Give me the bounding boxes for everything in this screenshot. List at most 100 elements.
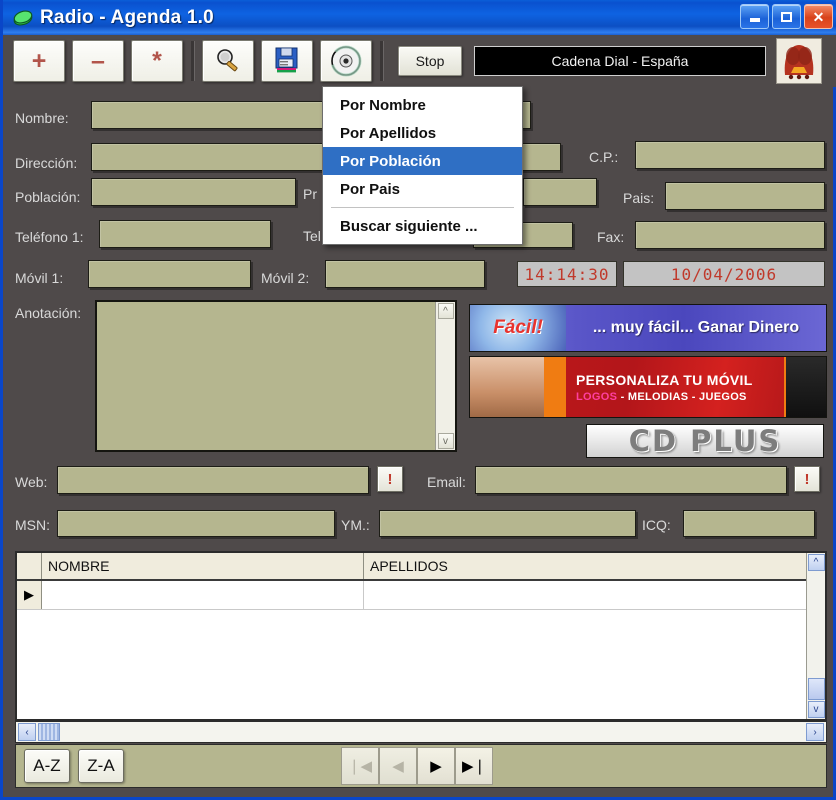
ad-movil-orange-bar bbox=[544, 357, 566, 417]
scroll-down-icon[interactable]: v bbox=[437, 433, 454, 449]
stop-button[interactable]: Stop bbox=[398, 46, 462, 76]
nav-last-button[interactable]: ▶❘ bbox=[455, 747, 493, 785]
anotacion-textarea[interactable]: ^ v bbox=[95, 300, 457, 452]
scroll-up-icon[interactable]: ^ bbox=[437, 303, 454, 319]
web-input[interactable] bbox=[57, 466, 369, 494]
grid-hscroll-thumb[interactable] bbox=[38, 723, 60, 741]
toolbar-separator-2 bbox=[380, 41, 384, 81]
grid-cell-apellidos[interactable] bbox=[364, 581, 809, 609]
label-movil1: Móvil 1: bbox=[15, 270, 64, 286]
label-icq: ICQ: bbox=[642, 517, 671, 533]
fax-input[interactable] bbox=[635, 221, 825, 249]
maximize-button[interactable] bbox=[772, 4, 801, 29]
nav-prev-button[interactable]: ◀ bbox=[379, 747, 417, 785]
label-web: Web: bbox=[15, 474, 48, 490]
bottom-toolbar: A-Z Z-A ❘◀ ◀ ▶ ▶❘ bbox=[15, 744, 827, 788]
grid-vertical-scrollbar[interactable]: ^ v bbox=[806, 553, 825, 719]
grid-scroll-left-icon[interactable]: ‹ bbox=[18, 723, 36, 741]
toolbar-separator-1 bbox=[191, 41, 195, 81]
radio-set-icon[interactable] bbox=[776, 38, 822, 84]
grid-scroll-down-icon[interactable]: v bbox=[807, 701, 825, 718]
label-provincia: Pr bbox=[303, 186, 317, 202]
toolbar: + – * Stop Cadena Dial - España bbox=[6, 35, 836, 87]
email-input[interactable] bbox=[475, 466, 787, 494]
row-indicator-icon: ▶ bbox=[17, 581, 42, 609]
label-telefono1: Teléfono 1: bbox=[15, 229, 84, 245]
nav-next-button[interactable]: ▶ bbox=[417, 747, 455, 785]
menu-item-por-poblacion[interactable]: Por Población bbox=[323, 147, 522, 175]
clock-display: 14:14:30 bbox=[517, 261, 617, 287]
title-bar: Radio - Agenda 1.0 ✕ bbox=[3, 0, 836, 35]
poblacion-input[interactable] bbox=[91, 178, 296, 206]
label-anotacion: Anotación: bbox=[15, 305, 82, 321]
grid-corner-cell bbox=[17, 553, 42, 579]
anotacion-scrollbar[interactable]: ^ v bbox=[435, 302, 455, 450]
menu-item-por-pais[interactable]: Por Pais bbox=[323, 175, 522, 203]
label-cp: C.P.: bbox=[589, 149, 619, 165]
sort-descending-button[interactable]: Z-A bbox=[78, 749, 124, 783]
ad-movil-phone-image bbox=[784, 357, 826, 417]
search-dropdown-menu[interactable]: Por Nombre Por Apellidos Por Población P… bbox=[322, 86, 523, 245]
label-fax: Fax: bbox=[597, 229, 625, 245]
nav-first-button[interactable]: ❘◀ bbox=[341, 747, 379, 785]
window-controls: ✕ bbox=[740, 4, 833, 29]
ad-movil-sub-rest: - MELODIAS - JUEGOS bbox=[617, 390, 747, 403]
date-display: 10/04/2006 bbox=[623, 261, 825, 287]
minimize-button[interactable] bbox=[740, 4, 769, 29]
label-direccion: Dirección: bbox=[15, 155, 78, 171]
cp-input[interactable] bbox=[635, 141, 825, 169]
ad-movil-headline: PERSONALIZA TU MÓVIL bbox=[576, 371, 753, 388]
label-poblacion: Población: bbox=[15, 189, 81, 205]
table-row[interactable]: ▶ bbox=[17, 581, 825, 610]
station-display: Cadena Dial - España bbox=[474, 46, 766, 76]
label-ym: YM.: bbox=[341, 517, 370, 533]
label-email: Email: bbox=[427, 474, 466, 490]
pais-input[interactable] bbox=[665, 182, 825, 210]
sort-ascending-button[interactable]: A-Z bbox=[24, 749, 70, 783]
email-send-button[interactable]: ! bbox=[794, 466, 820, 492]
menu-item-por-apellidos[interactable]: Por Apellidos bbox=[323, 119, 522, 147]
msn-input[interactable] bbox=[57, 510, 335, 537]
grid-header-row: NOMBRE APELLIDOS bbox=[17, 553, 825, 581]
ad-banner-movil[interactable]: PERSONALIZA TU MÓVIL LOGOS - MELODIAS - … bbox=[469, 356, 827, 418]
grid-body: ▶ bbox=[17, 581, 825, 719]
close-button[interactable]: ✕ bbox=[804, 4, 833, 29]
ad-facil-text: ... muy fácil... Ganar Dinero bbox=[592, 319, 800, 336]
grid-column-header-apellidos[interactable]: APELLIDOS bbox=[364, 553, 809, 579]
cd-disc-icon[interactable] bbox=[320, 40, 372, 82]
icq-input[interactable] bbox=[683, 510, 815, 537]
label-msn: MSN: bbox=[15, 517, 50, 533]
grid-cell-nombre[interactable] bbox=[42, 581, 364, 609]
add-record-button[interactable]: + bbox=[13, 40, 65, 82]
record-navigator: ❘◀ ◀ ▶ ▶❘ bbox=[341, 747, 493, 785]
ad-movil-photo bbox=[470, 357, 544, 417]
ym-input[interactable] bbox=[379, 510, 636, 537]
grid-horizontal-scrollbar[interactable]: ‹ › bbox=[15, 721, 827, 743]
green-disc-icon bbox=[12, 8, 34, 28]
ad-movil-sub: LOGOS - MELODIAS - JUEGOS bbox=[576, 391, 784, 403]
grid-scroll-up-icon[interactable]: ^ bbox=[807, 554, 825, 571]
contacts-grid[interactable]: NOMBRE APELLIDOS ▶ ^ v bbox=[15, 551, 827, 721]
ad-banner-facil[interactable]: Fácil! ... muy fácil... Ganar Dinero bbox=[469, 304, 827, 352]
label-movil2: Móvil 2: bbox=[261, 270, 310, 286]
menu-item-buscar-siguiente[interactable]: Buscar siguiente ... bbox=[323, 212, 522, 240]
floppy-disk-icon[interactable] bbox=[261, 40, 313, 82]
magnifier-icon[interactable] bbox=[202, 40, 254, 82]
label-pais: Pais: bbox=[623, 190, 655, 206]
window-title: Radio - Agenda 1.0 bbox=[40, 6, 214, 28]
telefono1-input[interactable] bbox=[99, 220, 271, 248]
menu-item-por-nombre[interactable]: Por Nombre bbox=[323, 91, 522, 119]
ad-banner-cdplus[interactable]: CD PLUS bbox=[586, 424, 824, 458]
movil1-input[interactable] bbox=[88, 260, 251, 288]
ad-movil-sub-logos: LOGOS bbox=[576, 390, 618, 403]
delete-record-button[interactable]: – bbox=[72, 40, 124, 82]
grid-scroll-thumb[interactable] bbox=[807, 678, 825, 700]
provincia-input[interactable] bbox=[523, 178, 597, 206]
grid-column-header-nombre[interactable]: NOMBRE bbox=[42, 553, 364, 579]
movil2-input[interactable] bbox=[325, 260, 485, 288]
label-nombre: Nombre: bbox=[15, 110, 69, 126]
label-telefono2: Tel bbox=[303, 228, 321, 244]
web-open-button[interactable]: ! bbox=[377, 466, 403, 492]
grid-scroll-right-icon[interactable]: › bbox=[806, 723, 824, 741]
clear-record-button[interactable]: * bbox=[131, 40, 183, 82]
